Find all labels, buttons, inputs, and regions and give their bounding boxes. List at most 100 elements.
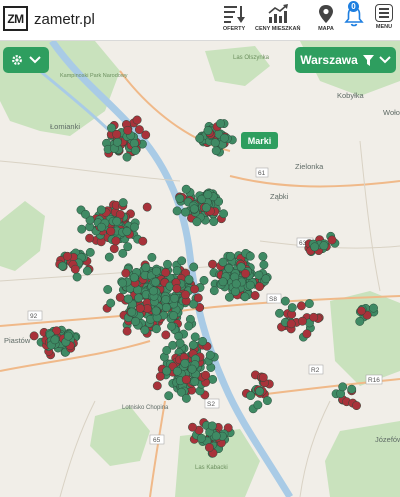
offer-marker-green[interactable]: [77, 224, 87, 234]
site-name[interactable]: zametr.pl: [34, 11, 95, 28]
offer-marker-green[interactable]: [63, 331, 73, 341]
offer-marker-red[interactable]: [115, 292, 125, 302]
offer-marker-green[interactable]: [190, 332, 200, 342]
offer-marker-green[interactable]: [203, 126, 213, 136]
offer-marker-green[interactable]: [180, 207, 190, 217]
offer-marker-green[interactable]: [161, 303, 171, 312]
offer-marker-red[interactable]: [142, 202, 152, 212]
site-logo[interactable]: ZM: [3, 6, 28, 31]
offer-marker-green[interactable]: [172, 266, 182, 276]
offer-marker-green[interactable]: [262, 396, 272, 406]
offer-marker-green[interactable]: [225, 251, 235, 261]
offer-marker-green[interactable]: [81, 209, 90, 219]
offer-marker-red[interactable]: [181, 290, 190, 300]
offer-marker-red[interactable]: [181, 375, 191, 385]
offer-marker-green[interactable]: [122, 152, 132, 162]
offer-marker-green[interactable]: [175, 338, 185, 348]
offer-marker-green[interactable]: [240, 292, 250, 302]
offer-marker-green[interactable]: [131, 316, 140, 326]
offer-marker-green[interactable]: [130, 146, 140, 155]
offer-marker-green[interactable]: [130, 222, 139, 232]
offer-marker-green[interactable]: [82, 266, 92, 276]
offer-marker-green[interactable]: [149, 286, 158, 296]
offer-marker-red[interactable]: [356, 306, 366, 316]
offer-marker-red[interactable]: [241, 269, 250, 279]
offer-marker-green[interactable]: [180, 358, 190, 368]
offer-marker-green[interactable]: [253, 400, 263, 410]
offer-marker-red[interactable]: [106, 226, 116, 236]
offer-marker-green[interactable]: [172, 206, 182, 216]
offer-marker-green[interactable]: [319, 241, 329, 251]
offer-marker-green[interactable]: [118, 278, 128, 288]
offer-marker-red[interactable]: [135, 303, 145, 313]
offer-marker-red[interactable]: [62, 251, 72, 261]
offer-marker-green[interactable]: [230, 287, 240, 296]
offer-marker-green[interactable]: [169, 311, 178, 321]
offer-marker-green[interactable]: [199, 275, 209, 285]
offer-marker-green[interactable]: [163, 259, 172, 269]
offer-marker-red[interactable]: [112, 129, 122, 139]
offer-marker-green[interactable]: [209, 217, 219, 227]
offer-marker-green[interactable]: [189, 262, 199, 272]
offer-marker-green[interactable]: [207, 421, 217, 431]
offer-marker-red[interactable]: [255, 282, 265, 292]
offer-marker-red[interactable]: [296, 301, 306, 311]
offer-marker-green[interactable]: [190, 377, 200, 387]
offer-marker-green[interactable]: [201, 203, 211, 213]
offer-marker-green[interactable]: [347, 384, 357, 394]
nav-map[interactable]: MAPA: [316, 4, 336, 38]
offer-marker-red[interactable]: [172, 284, 182, 294]
offer-marker-green[interactable]: [189, 204, 199, 214]
offer-marker-green[interactable]: [218, 257, 228, 267]
offer-marker-green[interactable]: [245, 280, 255, 290]
offer-marker-red[interactable]: [193, 293, 203, 303]
offer-marker-green[interactable]: [195, 133, 205, 143]
offer-marker-green[interactable]: [175, 193, 185, 203]
offer-marker-red[interactable]: [109, 244, 119, 254]
offer-marker-green[interactable]: [141, 263, 151, 272]
offer-marker-green[interactable]: [261, 274, 271, 284]
offer-marker-green[interactable]: [287, 303, 297, 313]
offer-marker-green[interactable]: [220, 133, 229, 143]
offer-marker-green[interactable]: [151, 277, 161, 287]
offer-marker-green[interactable]: [258, 252, 268, 261]
offer-marker-red[interactable]: [201, 370, 211, 380]
offer-marker-red[interactable]: [141, 130, 151, 140]
offer-marker-red[interactable]: [302, 329, 312, 339]
offer-marker-red[interactable]: [121, 268, 131, 278]
offer-marker-green[interactable]: [96, 205, 106, 215]
offer-marker-green[interactable]: [255, 386, 265, 396]
marki-cluster-tag[interactable]: Marki: [241, 132, 278, 149]
offer-marker-green[interactable]: [224, 263, 234, 273]
offer-marker-green[interactable]: [259, 260, 269, 270]
offer-marker-red[interactable]: [123, 125, 133, 135]
offer-marker-green[interactable]: [203, 190, 213, 200]
offer-marker-red[interactable]: [309, 312, 319, 322]
offers-map[interactable]: Łomianki Kobyłka Woło Zielonka Ząbki Pia…: [0, 41, 400, 497]
offer-marker-green[interactable]: [164, 391, 174, 401]
nav-offers[interactable]: OFERTY: [222, 4, 246, 38]
offer-marker-green[interactable]: [50, 335, 60, 345]
offer-marker-red[interactable]: [111, 236, 121, 246]
offer-marker-green[interactable]: [85, 247, 95, 257]
offer-marker-red[interactable]: [250, 291, 260, 300]
offer-marker-green[interactable]: [184, 321, 194, 331]
offer-marker-green[interactable]: [72, 272, 82, 282]
offer-marker-green[interactable]: [209, 286, 219, 296]
offer-marker-green[interactable]: [219, 209, 229, 219]
offer-marker-green[interactable]: [103, 285, 113, 294]
nav-menu[interactable]: MENU: [375, 4, 393, 38]
offer-marker-green[interactable]: [134, 293, 144, 303]
offer-marker-green[interactable]: [355, 316, 365, 326]
offer-marker-red[interactable]: [352, 401, 361, 411]
offer-marker-green[interactable]: [210, 138, 220, 148]
nav-prices[interactable]: CENY MIESZKAŃ: [255, 4, 300, 38]
offer-marker-green[interactable]: [369, 303, 378, 313]
map-settings-button[interactable]: [3, 47, 49, 73]
offer-marker-red[interactable]: [85, 233, 95, 243]
offer-marker-green[interactable]: [196, 433, 206, 443]
offer-marker-green[interactable]: [112, 137, 122, 147]
offer-marker-green[interactable]: [211, 431, 221, 441]
offer-marker-green[interactable]: [181, 184, 191, 194]
offer-marker-red[interactable]: [297, 316, 307, 326]
